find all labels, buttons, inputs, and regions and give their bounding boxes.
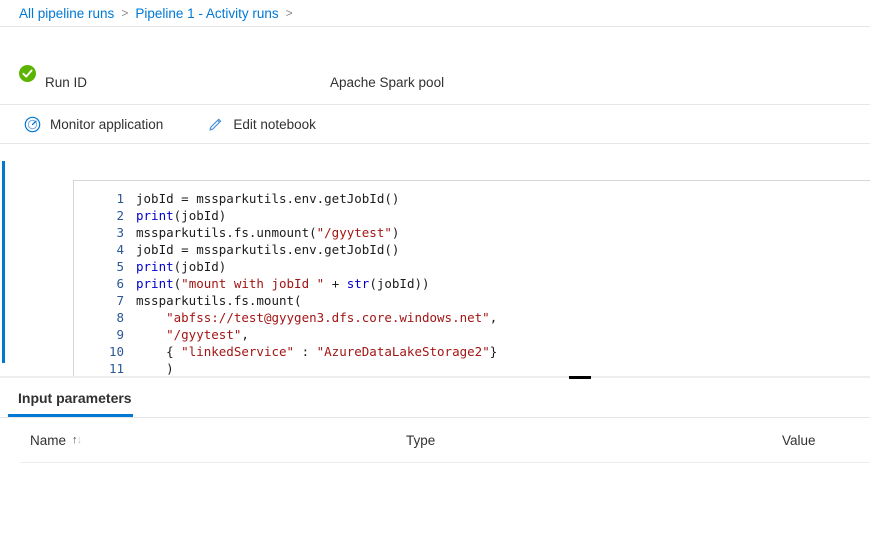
code-line-number: 1 [74, 190, 136, 207]
cell-selection-accent-bar [2, 161, 5, 363]
pencil-edit-icon [206, 115, 224, 133]
column-header-type[interactable]: Type [406, 433, 435, 448]
code-line: 7mssparkutils.fs.mount( [74, 292, 497, 309]
code-line-number: 8 [74, 309, 136, 326]
code-line-number: 6 [74, 275, 136, 292]
code-line-number: 2 [74, 207, 136, 224]
code-line-text: print("mount with jobId " + str(jobId)) [136, 275, 430, 292]
code-line-text: "abfss://test@gyygen3.dfs.core.windows.n… [136, 309, 497, 326]
code-line-text: mssparkutils.fs.mount( [136, 292, 302, 309]
code-line-text: jobId = mssparkutils.env.getJobId() [136, 241, 399, 258]
code-line-number: 9 [74, 326, 136, 343]
tab-active-underline [8, 414, 133, 417]
summary-label-apache-spark-pool: Apache Spark pool [330, 75, 444, 90]
breadcrumb-item-all-pipeline-runs[interactable]: All pipeline runs [19, 6, 114, 21]
summary-label-run-id: Run ID [45, 75, 87, 90]
column-header-type-label: Type [406, 433, 435, 448]
code-line-number: 7 [74, 292, 136, 309]
column-header-value[interactable]: Value [782, 433, 816, 448]
run-summary-header: Run ID Apache Spark pool [0, 27, 870, 105]
breadcrumb-item-pipeline-activity-runs[interactable]: Pipeline 1 - Activity runs [135, 6, 278, 21]
breadcrumb: All pipeline runs > Pipeline 1 - Activit… [0, 0, 870, 27]
code-line-text: "/gyytest", [136, 326, 249, 343]
code-line: 11 ) [74, 360, 497, 377]
code-line-text: jobId = mssparkutils.env.getJobId() [136, 190, 399, 207]
tab-strip: Input parameters [0, 379, 870, 418]
code-line-number: 11 [74, 360, 136, 377]
command-bar: Monitor application Edit notebook [0, 105, 870, 144]
monitor-application-button[interactable]: Monitor application [20, 109, 171, 139]
code-line: 8 "abfss://test@gyygen3.dfs.core.windows… [74, 309, 497, 326]
code-line-text: { "linkedService" : "AzureDataLakeStorag… [136, 343, 497, 360]
tab-input-parameters[interactable]: Input parameters [8, 379, 142, 417]
code-line: 3mssparkutils.fs.unmount("/gyytest") [74, 224, 497, 241]
edit-notebook-button[interactable]: Edit notebook [203, 109, 324, 139]
code-line-number: 3 [74, 224, 136, 241]
monitor-application-label: Monitor application [50, 117, 163, 132]
code-line: 4jobId = mssparkutils.env.getJobId() [74, 241, 497, 258]
notebook-cell-area: 1jobId = mssparkutils.env.getJobId()2pri… [0, 145, 870, 377]
code-line: 9 "/gyytest", [74, 326, 497, 343]
code-line: 10 { "linkedService" : "AzureDataLakeSto… [74, 343, 497, 360]
bottom-details-panel: Input parameters Name ↑↓ Type Value [0, 379, 870, 538]
parameters-table-header: Name ↑↓ Type Value [0, 418, 870, 463]
code-line-number: 5 [74, 258, 136, 275]
breadcrumb-separator-icon-2: > [286, 6, 293, 20]
sort-descending-arrow-icon: ↓ [77, 435, 83, 446]
column-header-name[interactable]: Name ↑↓ [30, 433, 82, 448]
column-header-value-label: Value [782, 433, 816, 448]
code-lines-container: 1jobId = mssparkutils.env.getJobId()2pri… [74, 190, 497, 377]
code-line-text: ) [136, 360, 174, 377]
panel-splitter[interactable] [0, 376, 870, 378]
tab-input-parameters-label: Input parameters [18, 390, 132, 406]
code-line-number: 4 [74, 241, 136, 258]
code-line: 6print("mount with jobId " + str(jobId)) [74, 275, 497, 292]
parameters-table-body [0, 463, 870, 538]
code-line-text: mssparkutils.fs.unmount("/gyytest") [136, 224, 399, 241]
monitor-gauge-icon [23, 115, 41, 133]
code-line: 5print(jobId) [74, 258, 497, 275]
sort-indicator-icon[interactable]: ↑↓ [72, 435, 82, 446]
code-line: 2print(jobId) [74, 207, 497, 224]
edit-notebook-label: Edit notebook [233, 117, 316, 132]
code-line-text: print(jobId) [136, 258, 226, 275]
column-header-name-label: Name [30, 433, 66, 448]
code-line-text: print(jobId) [136, 207, 226, 224]
breadcrumb-separator-icon: > [121, 6, 128, 20]
code-line: 1jobId = mssparkutils.env.getJobId() [74, 190, 497, 207]
code-cell-editor[interactable]: 1jobId = mssparkutils.env.getJobId()2pri… [73, 180, 870, 377]
code-line-number: 10 [74, 343, 136, 360]
